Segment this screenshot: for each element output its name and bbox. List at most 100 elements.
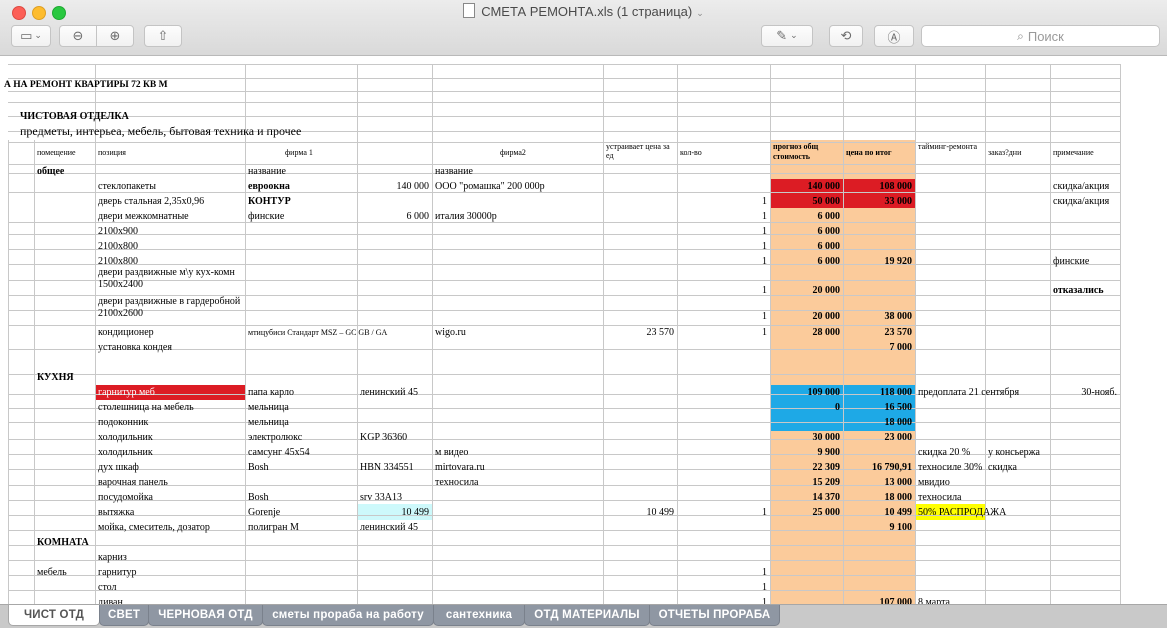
qty-cell: 1 xyxy=(762,311,767,322)
rotate-icon: ⟲ xyxy=(840,28,852,44)
position-cell: диван xyxy=(98,597,123,604)
room-cell: мебель xyxy=(37,567,67,578)
total-cell: 38 000 xyxy=(884,311,913,322)
zoom-in-button[interactable]: ⊕ xyxy=(96,25,134,47)
firm1-cell: Bosh xyxy=(248,462,269,473)
spreadsheet-view[interactable]: А НА РЕМОНТ КВАРТИРЫ 72 КВ М ЧИСТОВАЯ ОТД… xyxy=(0,56,1167,604)
share-icon: ⇧ xyxy=(157,28,169,44)
forecast-cell: 9 900 xyxy=(817,447,841,458)
grid-row-line xyxy=(8,264,1120,265)
search-icon: ⌕ xyxy=(1017,28,1024,43)
grid-row-line xyxy=(8,91,1120,92)
header-firm2: фирма2 xyxy=(500,148,526,157)
position-cell: 2100х900 xyxy=(98,226,138,237)
price-cell: 10 499 xyxy=(646,507,675,518)
sheet-tabs: ЧИСТ ОТД СВЕТ ЧЕРНОВАЯ ОТД сметы прораба… xyxy=(0,604,1167,628)
header-total: цена по итог xyxy=(846,148,892,157)
grid-row-line xyxy=(8,545,1120,546)
timing-cell: 50% РАСПРОДАЖА xyxy=(918,507,1007,518)
firm1-extra-cell: HBN 334551 xyxy=(360,462,414,473)
firm1-cell: папа карло xyxy=(248,387,294,398)
grid-column-line xyxy=(8,140,9,604)
tab-otd-materialy[interactable]: ОТД МАТЕРИАЛЫ xyxy=(524,605,650,626)
position-cell: стеклопакеты xyxy=(98,181,157,192)
forecast-cell: 20 000 xyxy=(812,311,841,322)
total-cell: 18 000 xyxy=(884,417,913,428)
search-field[interactable]: ⌕ Поиск xyxy=(921,25,1160,47)
name-label: название xyxy=(435,166,473,177)
total-cell: 16 500 xyxy=(884,402,913,413)
firm1-cell: финские xyxy=(248,211,285,222)
note-cell: отказались xyxy=(1053,285,1104,296)
tab-santehnika[interactable]: сантехника xyxy=(433,605,525,626)
share-button[interactable]: ⇧ xyxy=(144,25,182,47)
search-placeholder: Поиск xyxy=(1027,28,1064,44)
tab-smety-prorabа[interactable]: сметы прораба на работу xyxy=(262,605,434,626)
qty-cell: 1 xyxy=(762,567,767,578)
forecast-cell: 6 000 xyxy=(817,226,841,237)
firm1-cell: евроокна xyxy=(248,181,290,192)
zoom-out-button[interactable]: ⊖ xyxy=(59,25,97,47)
qty-cell: 1 xyxy=(762,256,767,267)
qty-cell: 1 xyxy=(762,196,767,207)
qty-cell: 1 xyxy=(762,327,767,338)
qty-cell: 1 xyxy=(762,285,767,296)
qty-cell: 1 xyxy=(762,582,767,593)
total-cell: 7 000 xyxy=(889,342,913,353)
tab-otchety-proraba[interactable]: ОТЧЕТЫ ПРОРАБА xyxy=(649,605,780,626)
position-cell: подоконник xyxy=(98,417,149,428)
forecast-cell: 6 000 xyxy=(817,241,841,252)
forecast-cell: 109 000 xyxy=(807,387,841,398)
forecast-cell: 22 309 xyxy=(812,462,841,473)
grid-row-line xyxy=(8,422,1120,423)
firm1-cell: Bosh xyxy=(248,492,269,503)
grid-row-line xyxy=(8,349,1120,350)
firm1-cell: полигран М xyxy=(248,522,299,533)
position-cell: посудомойка xyxy=(98,492,153,503)
order-cell: у консьержа xyxy=(988,447,1040,458)
grid-row-line xyxy=(8,575,1120,576)
header-installer-price: устраивает цена за ед xyxy=(606,142,670,160)
total-cell: 13 000 xyxy=(884,477,913,488)
forecast-cell: 0 xyxy=(835,402,840,413)
grid-column-line xyxy=(432,64,433,604)
firm1-cell: электролюкс xyxy=(248,432,303,443)
timing-cell: 8 марта xyxy=(918,597,950,604)
tab-chernovaya-otd[interactable]: ЧЕРНОВАЯ ОТД xyxy=(148,605,263,626)
forecast-cell: 6 000 xyxy=(817,256,841,267)
position-cell: вытяжка xyxy=(98,507,135,518)
firm2-cell: м видео xyxy=(435,447,469,458)
zoom-out-icon: ⊖ xyxy=(72,28,84,44)
zoom-in-icon: ⊕ xyxy=(109,28,121,44)
qty-cell: 1 xyxy=(762,241,767,252)
annotate-button[interactable]: Ⓐ xyxy=(874,25,914,47)
pen-icon: ✎ xyxy=(776,28,788,44)
position-cell: двери межкомнатные xyxy=(98,211,189,222)
forecast-cell: 28 000 xyxy=(812,327,841,338)
grid-row-line xyxy=(8,164,1120,165)
grid-row-line xyxy=(8,192,1120,193)
sidebar-toggle-button[interactable]: ▭ ⌄ xyxy=(11,25,51,47)
window-title[interactable]: СМЕТА РЕМОНТА.xls (1 страница) ⌄ xyxy=(0,3,1167,19)
grid-row-line xyxy=(8,78,1120,79)
rotate-button[interactable]: ⟲ xyxy=(829,25,863,47)
grid-row-line xyxy=(8,64,1120,65)
note-cell: скидка/акция xyxy=(1053,196,1110,207)
grid-row-line xyxy=(8,560,1120,561)
price-cell: 23 570 xyxy=(646,327,675,338)
firm2-cell: mirtovara.ru xyxy=(435,462,485,473)
tab-svet[interactable]: СВЕТ xyxy=(99,605,149,626)
section-subtitle: предметы, интерьеа, мебель, бытовая техн… xyxy=(20,124,302,138)
note-cell: 30-нояб. xyxy=(1081,387,1117,398)
tab-chist-otd[interactable]: ЧИСТ ОТД xyxy=(8,605,100,626)
firm2-cell: ООО "ромашка" 200 000р xyxy=(435,181,545,192)
annotate-icon: Ⓐ xyxy=(887,30,901,46)
section-title: ЧИСТОВАЯ ОТДЕЛКА xyxy=(20,111,129,122)
forecast-cell: 20 000 xyxy=(812,285,841,296)
total-cell: 16 790,91 xyxy=(872,462,912,473)
qty-cell: 1 xyxy=(762,597,767,604)
markup-button[interactable]: ✎ ⌄ xyxy=(761,25,813,47)
grid-row-line xyxy=(8,374,1120,375)
total-cell: 10 499 xyxy=(884,507,913,518)
firm1-extra-cell: KGP 36360 xyxy=(360,432,408,443)
